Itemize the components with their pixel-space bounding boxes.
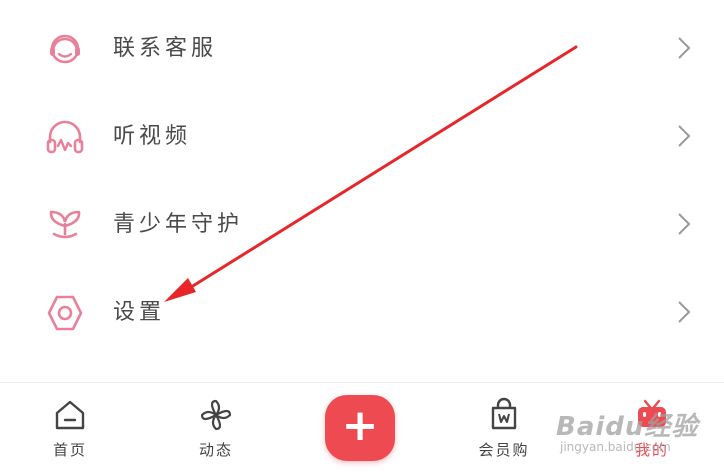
menu-item-label: 联系客服 [113,36,218,61]
headphones-icon [46,120,84,154]
menu-item-label: 青少年守护 [113,212,244,237]
tab-label: 会员购 [478,441,530,459]
hexagon-gear-icon [47,295,83,331]
chevron-right-icon [678,213,691,235]
chevron-right-icon [678,301,691,323]
tab-label: 首页 [52,441,87,459]
sprout-icon [49,210,81,239]
settings-menu: 联系客服 听视频 青少年守护 设置 [0,0,724,382]
menu-item-contact-service[interactable]: 联系客服 [0,4,724,92]
headset-icon [50,34,80,64]
tab-label: 动态 [198,441,233,459]
tab-home[interactable]: 首页 [22,393,118,465]
chevron-right-icon [678,37,691,59]
publish-plus-button[interactable]: + [325,395,395,461]
tab-mine[interactable]: 我的 [604,393,700,465]
plus-icon: + [341,400,379,451]
shopping-bag-icon [491,397,517,430]
menu-item-settings[interactable]: 设置 [0,268,724,356]
menu-item-label: 听视频 [113,124,192,149]
bottom-tab-bar: 首页 动态 + 会员购 我的 [0,383,724,472]
tab-member-shop[interactable]: 会员购 [456,393,552,465]
tab-dynamic[interactable]: 动态 [168,393,264,465]
home-icon [55,400,85,430]
tab-label: 我的 [634,441,669,459]
menu-item-label: 设置 [113,300,166,325]
menu-item-youth-guard[interactable]: 青少年守护 [0,180,724,268]
tv-icon [638,399,666,427]
chevron-right-icon [678,125,691,147]
menu-item-listen-video[interactable]: 听视频 [0,92,724,180]
pinwheel-icon [200,399,232,431]
